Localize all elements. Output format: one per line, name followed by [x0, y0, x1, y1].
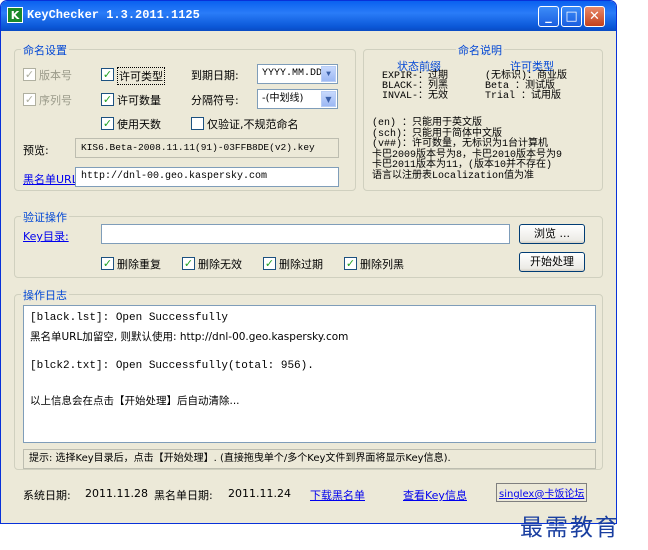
delete-invalid-checkbox[interactable]: ✓ — [182, 257, 195, 270]
delete-duplicate-label: 删除重复 — [117, 258, 161, 271]
title-bar[interactable]: K KeyChecker 1.3.2011.1125 _ □ ✕ — [1, 1, 616, 31]
days-used-checkbox[interactable]: ✓ — [101, 117, 114, 130]
version-checkbox[interactable]: ✓ — [23, 68, 36, 81]
delete-invalid-label: 删除无效 — [198, 258, 242, 271]
note-line: (en) ：只能用于英文版 — [372, 118, 483, 129]
verify-only-checkbox[interactable] — [191, 117, 204, 130]
close-button[interactable]: ✕ — [584, 6, 605, 27]
preview-label: 预览: — [23, 144, 49, 157]
hint-bar: 提示: 选择Key目录后，点击【开始处理】. (直接拖曳单个/多个Key文件到界… — [23, 449, 596, 469]
chevron-down-icon[interactable]: ▼ — [321, 91, 336, 107]
blacklist-date-label: 黑名单日期: — [154, 489, 213, 502]
download-blacklist-link[interactable]: 下载黑名单 — [310, 487, 365, 503]
license-count-checkbox[interactable]: ✓ — [101, 93, 114, 106]
app-window: K KeyChecker 1.3.2011.1125 _ □ ✕ 命名设置 ✓ … — [0, 0, 617, 524]
naming-settings-legend: 命名设置 — [21, 42, 69, 58]
system-date-label: 系统日期: — [23, 489, 71, 502]
delete-duplicate-checkbox[interactable]: ✓ — [101, 257, 114, 270]
license-type-label: 许可类型 — [117, 67, 165, 85]
log-line: 以上信息会在点击【开始处理】后自动清除... — [30, 395, 240, 407]
blacklist-url-input[interactable]: http://dnl-00.geo.kaspersky.com — [75, 167, 339, 187]
note-line: 语言以注册表Localization值为准 — [372, 170, 535, 182]
license-type-list: (无标识)：商业版 Beta ：测试版 Trial ：试用版 — [485, 72, 567, 102]
serial-checkbox[interactable]: ✓ — [23, 93, 36, 106]
maximize-button[interactable]: □ — [561, 6, 582, 27]
blacklist-url-label[interactable]: 黑名单URL: — [23, 171, 82, 187]
view-key-info-link[interactable]: 查看Key信息 — [403, 487, 467, 503]
system-date-value: 2011.11.28 — [85, 487, 148, 500]
chevron-down-icon[interactable]: ▼ — [321, 66, 336, 82]
log-line: 黑名单URL加留空, 则默认使用: http://dnl-00.geo.kasp… — [30, 331, 349, 343]
separator-label: 分隔符号: — [191, 94, 239, 107]
delete-expired-checkbox[interactable]: ✓ — [263, 257, 276, 270]
status-prefix-list: EXPIR-：过期 BLACK-：列黑 INVAL-：无效 — [382, 72, 448, 102]
preview-field: KIS6.Beta-2008.11.11(91)-03FFB8DE(v2).ke… — [75, 138, 339, 158]
note-line: (v##)：许可数量，无标识为1台计算机 — [372, 139, 549, 150]
blacklist-date-value: 2011.11.24 — [228, 487, 291, 500]
log-line: [black.lst]: Open Successfully — [30, 312, 229, 324]
delete-expired-label: 删除过期 — [279, 258, 323, 271]
license-type-checkbox[interactable]: ✓ — [101, 68, 114, 81]
license-count-label: 许可数量 — [117, 94, 161, 107]
log-line: [blck2.txt]: Open Successfully(total: 95… — [30, 360, 314, 372]
version-label: 版本号 — [39, 69, 72, 82]
app-icon: K — [7, 7, 23, 23]
start-button[interactable]: 开始处理 — [519, 252, 585, 272]
naming-help-legend: 命名说明 — [456, 42, 504, 58]
license-line: Trial ：试用版 — [485, 91, 562, 102]
version-notes: (en) ：只能用于英文版 (sch)：只能用于简体中文版 (v##)：许可数量… — [372, 118, 562, 182]
expiry-date-label: 到期日期: — [191, 69, 239, 82]
key-dir-label[interactable]: Key目录: — [23, 228, 69, 244]
log-textarea[interactable]: [black.lst]: Open Successfully 黑名单URL加留空… — [23, 305, 596, 443]
days-used-label: 使用天数 — [117, 118, 161, 131]
browse-button[interactable]: 浏览 ... — [519, 224, 585, 244]
key-dir-input[interactable] — [101, 224, 510, 244]
minimize-button[interactable]: _ — [538, 6, 559, 27]
expiry-date-select[interactable]: YYYY.MM.DD ▼ — [257, 64, 338, 84]
serial-label: 序列号 — [39, 94, 72, 107]
delete-blacklisted-label: 删除列黑 — [360, 258, 404, 271]
window-title: KeyChecker 1.3.2011.1125 — [27, 8, 200, 22]
status-line: INVAL-：无效 — [382, 91, 449, 102]
forum-link[interactable]: singlex@卡饭论坛 — [496, 483, 588, 502]
note-line: 卡巴2011版本为11，(版本10并不存在) — [372, 160, 553, 171]
separator-select[interactable]: -(中划线) ▼ — [257, 89, 338, 109]
delete-blacklisted-checkbox[interactable]: ✓ — [344, 257, 357, 270]
watermark-text: 最需教育 — [520, 515, 620, 541]
verify-legend: 验证操作 — [21, 209, 69, 225]
verify-only-label: 仅验证,不规范命名 — [207, 118, 299, 131]
log-legend: 操作日志 — [21, 287, 69, 303]
